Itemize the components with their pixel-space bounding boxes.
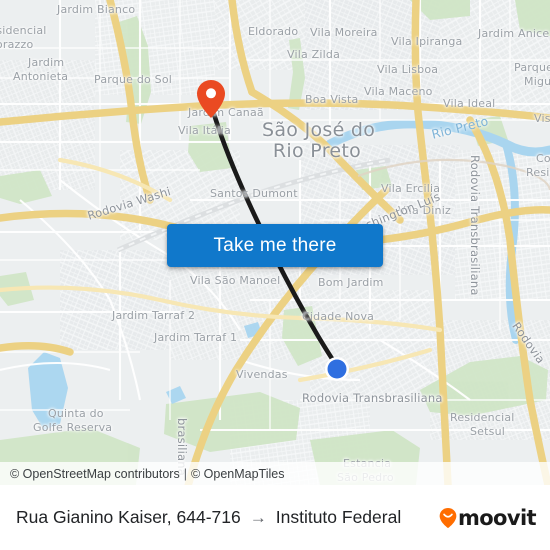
moovit-logo[interactable]: moovit xyxy=(439,505,537,530)
map-attribution: © OpenStreetMap contributors | © OpenMap… xyxy=(0,462,550,485)
map-canvas[interactable]: São José doRio Preto Jardim Bianco Resid… xyxy=(0,0,550,485)
take-me-there-button[interactable]: Take me there xyxy=(167,224,383,267)
moovit-pin-icon xyxy=(439,507,457,529)
destination-label: Instituto Federal xyxy=(275,507,402,527)
attribution-separator: | xyxy=(183,466,187,481)
arrow-right-icon: → xyxy=(249,508,267,527)
footer-bar: Rua Gianino Kaiser, 644-716 → Instituto … xyxy=(0,485,550,550)
moovit-wordmark: moovit xyxy=(457,505,537,530)
attribution-osm[interactable]: © OpenStreetMap contributors xyxy=(10,467,180,481)
moovit-route-preview: São José doRio Preto Jardim Bianco Resid… xyxy=(0,0,550,550)
attribution-openmaptiles[interactable]: © OpenMapTiles xyxy=(191,467,285,481)
origin-label: Rua Gianino Kaiser, 644-716 xyxy=(16,507,241,527)
route-summary: Rua Gianino Kaiser, 644-716 → Instituto … xyxy=(16,507,439,528)
destination-location-dot-icon[interactable] xyxy=(324,356,350,382)
